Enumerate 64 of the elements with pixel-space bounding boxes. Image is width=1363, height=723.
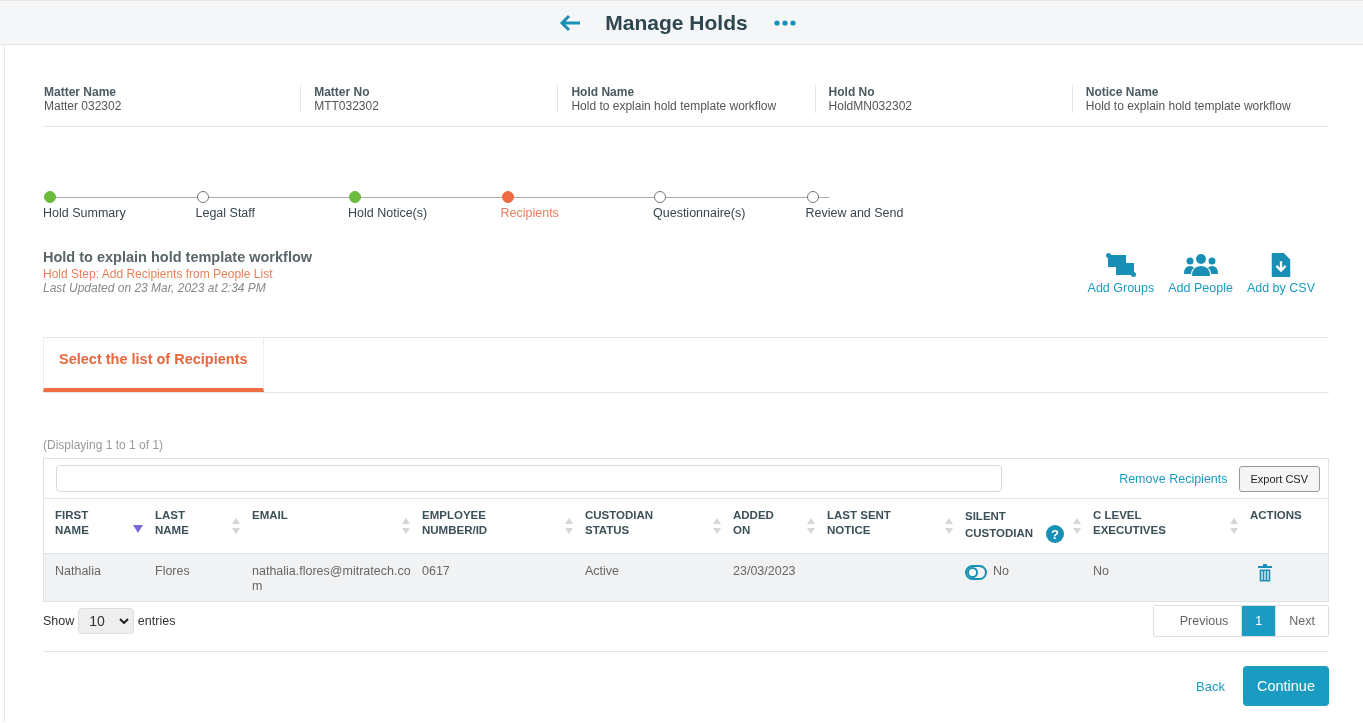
field-value: MTT032302	[314, 99, 380, 113]
displaying-count: (Displaying 1 to 1 of 1)	[43, 438, 165, 452]
column-header[interactable]: LAST NAME	[155, 499, 252, 553]
column-label: C LEVEL EXECUTIVES	[1093, 508, 1167, 538]
help-icon[interactable]: ?	[1046, 525, 1064, 543]
column-label: ADDED ON	[733, 508, 775, 538]
people-icon	[1183, 253, 1218, 277]
column-header[interactable]: LAST SENT NOTICE	[827, 499, 965, 553]
trash-icon[interactable]	[1258, 564, 1272, 582]
table-cell-text: No	[1093, 563, 1110, 580]
field-value: Hold to explain hold template workflow	[1085, 99, 1292, 113]
file-download-icon	[1270, 253, 1291, 277]
field-value: Matter 032302	[44, 99, 123, 113]
show-label: Show	[43, 614, 75, 628]
back-arrow-icon[interactable]	[559, 13, 582, 32]
column-label: SILENT CUSTODIAN	[965, 509, 1035, 541]
hold-title: Hold to explain hold template workflow	[43, 249, 313, 265]
hold-step-text: Hold Step: Add Recipients from People List	[43, 267, 274, 281]
field-value: Hold to explain hold template workflow	[571, 99, 778, 113]
last-updated-text: Last Updated on 23 Mar, 2023 at 2:34 PM	[43, 281, 267, 295]
table-cell-text: Active	[585, 563, 621, 580]
page-title: Manage Holds	[605, 10, 748, 35]
stepper-step[interactable]: Hold Notice(s)	[348, 191, 501, 223]
stepper-step[interactable]: Questionnaire(s)	[653, 191, 806, 223]
table-cell-text: Flores	[155, 563, 191, 580]
stepper-step[interactable]: Review and Send	[805, 191, 958, 223]
table-cell-text: nathalia.flores@mitratech.com	[252, 563, 412, 595]
column-label: EMPLOYEE NUMBER/ID	[422, 508, 489, 538]
entries-label: entries	[137, 614, 176, 628]
more-icon[interactable]	[773, 19, 796, 26]
table-cell-text: Nathalia	[55, 563, 102, 580]
column-label: ACTIONS	[1250, 508, 1302, 523]
field-label: Matter No	[314, 85, 371, 99]
column-label: FIRST NAME	[55, 508, 90, 538]
column-header[interactable]: EMAIL	[252, 499, 422, 553]
chevron-down-icon	[118, 618, 129, 624]
column-header[interactable]: EMPLOYEE NUMBER/ID	[422, 499, 585, 553]
column-label: LAST NAME	[155, 508, 190, 538]
field-label: Hold Name	[571, 85, 636, 99]
table-cell-text: 0617	[422, 563, 451, 580]
stepper-step[interactable]: Legal Staff	[195, 191, 348, 223]
page-size-select[interactable]: 10	[78, 608, 134, 634]
column-header[interactable]: ADDED ON	[733, 499, 827, 553]
column-label: EMAIL	[252, 508, 288, 523]
export-csv-button[interactable]: Export CSV	[1238, 465, 1320, 492]
column-header[interactable]: CUSTODIAN STATUS	[585, 499, 733, 553]
toggle-label: No	[993, 564, 1009, 578]
field-value: HoldMN032302	[828, 99, 913, 113]
pagination-button[interactable]: Next	[1275, 606, 1328, 636]
field-label: Matter Name	[44, 85, 118, 99]
column-header[interactable]: SILENT CUSTODIAN ?	[965, 499, 1093, 553]
column-label: LAST SENT NOTICE	[827, 508, 892, 538]
column-header[interactable]: C LEVEL EXECUTIVES	[1093, 499, 1250, 553]
column-header[interactable]: FIRST NAME	[55, 499, 155, 553]
group-frames-icon	[1105, 253, 1136, 277]
pagination-button[interactable]: Previous	[1153, 606, 1243, 636]
field-label: Notice Name	[1085, 85, 1160, 99]
column-header[interactable]: ACTIONS	[1250, 499, 1328, 553]
table-cell-text: 23/03/2023	[733, 563, 797, 580]
column-label: CUSTODIAN STATUS	[585, 508, 655, 538]
toggle-switch[interactable]	[965, 565, 987, 580]
field-label: Hold No	[828, 85, 876, 99]
search-field[interactable]	[56, 465, 1002, 492]
stepper-step[interactable]: Hold Summary	[43, 191, 196, 223]
